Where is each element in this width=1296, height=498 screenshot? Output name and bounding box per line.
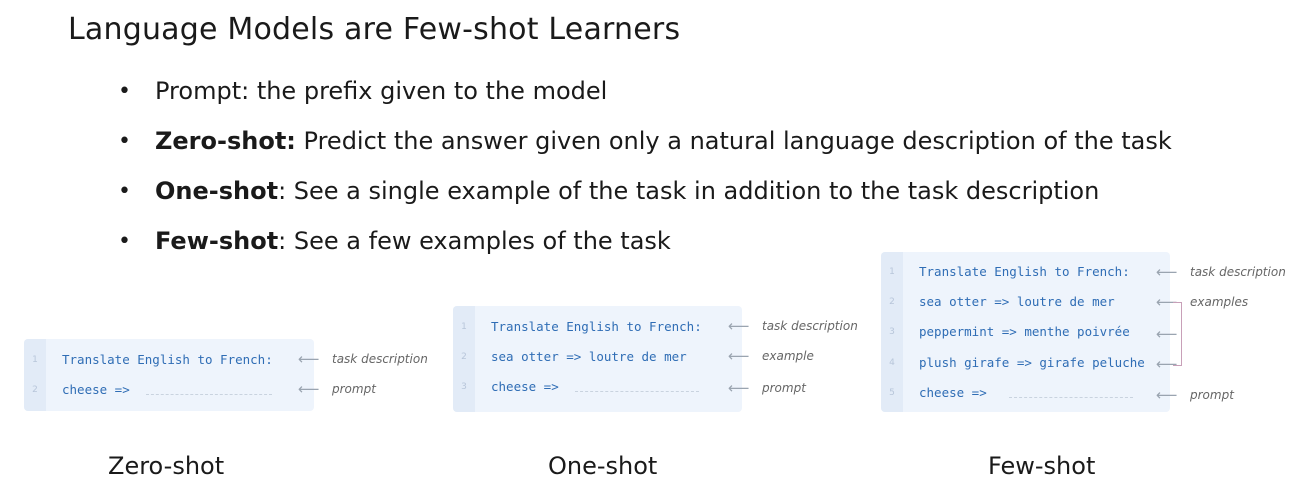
code-line: 1 Translate English to French:	[453, 312, 742, 342]
code-line: 3 peppermint => menthe poivrée	[881, 317, 1170, 347]
code-text: sea otter => loutre de mer	[491, 349, 687, 364]
prompt-blank-line	[575, 391, 699, 392]
line-number: 2	[461, 352, 467, 362]
bullet-text: Predict the answer given only a natural …	[295, 127, 1172, 155]
code-line: 2 sea otter => loutre de mer	[881, 287, 1170, 317]
line-number: 5	[889, 388, 895, 398]
bullet-dot: •	[118, 178, 131, 204]
panel-caption: Zero-shot	[108, 452, 225, 480]
left-arrow-icon: ⟵	[298, 350, 320, 368]
code-text: cheese =>	[919, 385, 987, 400]
line-number: 4	[889, 358, 895, 368]
left-arrow-icon: ⟵	[728, 347, 750, 365]
left-arrow-icon: ⟵	[1156, 386, 1178, 404]
code-text: cheese =>	[491, 379, 559, 394]
annotation: ⟵ prompt	[298, 380, 376, 398]
left-arrow-icon: ⟵	[298, 380, 320, 398]
bullet-item: • Zero-shot: Predict the answer given on…	[118, 116, 1172, 166]
code-text: peppermint => menthe poivrée	[919, 324, 1130, 339]
annotation-label: prompt	[1190, 388, 1234, 402]
annotation: ⟵ prompt	[728, 379, 806, 397]
slide-title: Language Models are Few-shot Learners	[68, 12, 681, 47]
annotation-label: prompt	[332, 382, 376, 396]
few-shot-code-box: 1 Translate English to French: 2 sea ott…	[881, 252, 1170, 412]
prompt-blank-line	[1009, 397, 1133, 398]
annotation: ⟵ task description	[1156, 263, 1286, 281]
code-line: 4 plush girafe => girafe peluche	[881, 348, 1170, 378]
code-text: cheese =>	[62, 382, 130, 397]
code-text: Translate English to French:	[62, 352, 273, 367]
annotation: ⟵ prompt	[1156, 386, 1234, 404]
annotation-label: task description	[762, 319, 858, 333]
code-line: 5 cheese =>	[881, 378, 1170, 408]
line-number: 1	[461, 322, 467, 332]
code-text: Translate English to French:	[919, 264, 1130, 279]
bullet-text: : See a single example of the task in ad…	[278, 177, 1100, 205]
bullet-text: Prompt: the prefix given to the model	[155, 77, 608, 105]
line-number: 2	[32, 385, 38, 395]
left-arrow-icon: ⟵	[728, 379, 750, 397]
line-number: 3	[889, 327, 895, 337]
annotation-label: task description	[1190, 265, 1286, 279]
code-line: 1 Translate English to French:	[881, 257, 1170, 287]
line-number: 3	[461, 382, 467, 392]
bullet-list: • Prompt: the prefix given to the model …	[118, 66, 1172, 266]
bullet-item: • One-shot: See a single example of the …	[118, 166, 1172, 216]
left-arrow-icon: ⟵	[1156, 263, 1178, 281]
panel-caption: One-shot	[548, 452, 658, 480]
bullet-term: One-shot	[155, 177, 279, 205]
annotation: ⟵ task description	[728, 317, 858, 335]
left-arrow-icon: ⟵	[728, 317, 750, 335]
bullet-term: Zero-shot:	[155, 127, 296, 155]
code-line: 2 sea otter => loutre de mer	[453, 342, 742, 372]
bullet-item: • Prompt: the prefix given to the model	[118, 66, 1172, 116]
one-shot-code-box: 1 Translate English to French: 2 sea ott…	[453, 306, 742, 412]
code-text: plush girafe => girafe peluche	[919, 355, 1145, 370]
bullet-dot: •	[118, 228, 131, 254]
annotation-label: example	[762, 349, 814, 363]
code-text: sea otter => loutre de mer	[919, 294, 1115, 309]
line-number: 1	[889, 267, 895, 277]
annotation: ⟵ examples	[1156, 293, 1248, 311]
bullet-term: Few-shot	[155, 227, 279, 255]
prompt-blank-line	[146, 394, 272, 395]
annotation: ⟵ task description	[298, 350, 428, 368]
examples-bracket	[1173, 302, 1182, 366]
line-number: 1	[32, 355, 38, 365]
zero-shot-code-box: 1 Translate English to French: 2 cheese …	[24, 339, 314, 411]
code-line: 2 cheese =>	[24, 375, 314, 405]
annotation-label: examples	[1190, 295, 1249, 309]
code-text: Translate English to French:	[491, 319, 702, 334]
code-line: 1 Translate English to French:	[24, 345, 314, 375]
bullet-dot: •	[118, 78, 131, 104]
bullet-dot: •	[118, 128, 131, 154]
annotation-label: prompt	[762, 381, 806, 395]
line-number: 2	[889, 297, 895, 307]
code-line: 3 cheese =>	[453, 372, 742, 402]
bullet-text: : See a few examples of the task	[278, 227, 671, 255]
annotation-label: task description	[332, 352, 428, 366]
annotation: ⟵ example	[728, 347, 814, 365]
panel-caption: Few-shot	[988, 452, 1096, 480]
